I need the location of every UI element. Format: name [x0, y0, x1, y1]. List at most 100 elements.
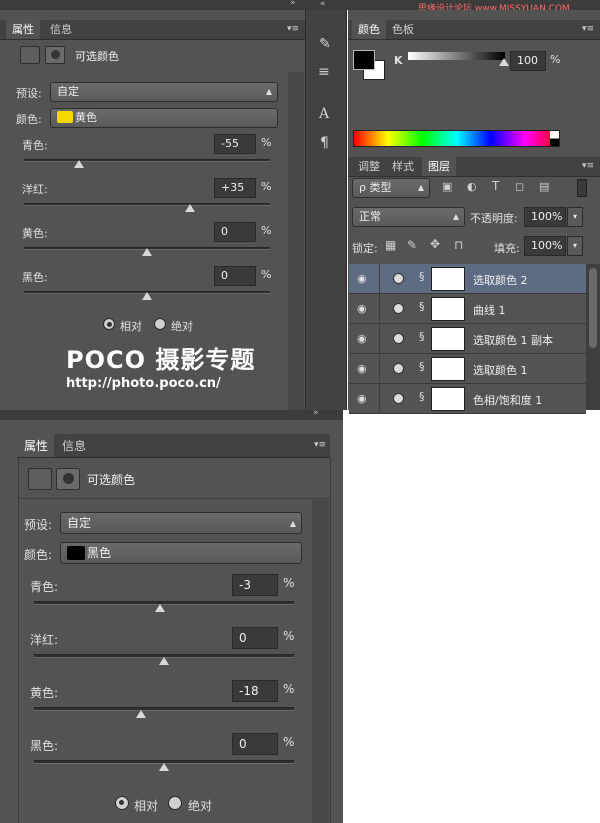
slider-thumb[interactable] — [159, 763, 169, 771]
slider-thumb[interactable] — [142, 292, 152, 300]
lock-transparent-icon[interactable]: ▦ — [385, 238, 396, 252]
slider-value-input[interactable]: +35 — [214, 178, 256, 198]
layer-filter-select[interactable]: ρ 类型 ▲ — [352, 178, 430, 198]
link-chain-icon[interactable]: § — [419, 330, 425, 343]
filter-shape-icon[interactable]: ◻ — [515, 180, 524, 193]
radio-absolute[interactable] — [168, 796, 182, 810]
color-label: 颜色: — [24, 548, 53, 562]
slider-track[interactable] — [24, 203, 270, 206]
k-value-input[interactable]: 100 — [510, 51, 546, 71]
lock-image-icon[interactable]: ✎ — [407, 238, 417, 252]
layer-row[interactable]: ◉ § 色相/饱和度 1 — [349, 384, 586, 414]
slider-value-input[interactable]: 0 — [232, 627, 278, 649]
foreground-color-swatch[interactable] — [353, 50, 375, 70]
filter-adjustment-icon[interactable]: ◐ — [467, 180, 477, 193]
slider-track[interactable] — [34, 707, 294, 711]
preset-select[interactable]: 自定 ▲ — [60, 512, 302, 534]
layer-name[interactable]: 选取颜色 1 副本 — [473, 332, 553, 348]
lock-position-icon[interactable]: ✥ — [430, 237, 440, 251]
slider-thumb[interactable] — [74, 160, 84, 168]
slider-thumb[interactable] — [142, 248, 152, 256]
layer-row[interactable]: ◉ § 曲线 1 — [349, 294, 586, 324]
tab-info[interactable]: 信息 — [44, 20, 78, 39]
color-select[interactable]: 黑色 — [60, 542, 302, 564]
slider-value-input[interactable]: -3 — [232, 574, 278, 596]
collapse-arrows-icon[interactable]: » — [313, 408, 319, 418]
collapse-arrows-icon[interactable]: » — [290, 0, 296, 8]
tab-swatches[interactable]: 色板 — [386, 20, 420, 39]
panel-menu-icon[interactable]: ▾≡ — [287, 24, 299, 34]
visibility-eye-icon[interactable]: ◉ — [357, 332, 367, 345]
layer-mask-thumbnail[interactable] — [431, 267, 465, 291]
fill-input[interactable]: 100% — [524, 236, 566, 256]
properties-scrollbar[interactable] — [288, 72, 304, 410]
color-spectrum-bar[interactable] — [353, 130, 560, 147]
slider-track[interactable] — [24, 159, 270, 162]
properties-scrollbar[interactable] — [312, 500, 329, 823]
layer-name[interactable]: 曲线 1 — [473, 302, 506, 318]
collapse-arrows-icon[interactable]: « — [320, 0, 326, 9]
fill-dropdown[interactable]: ▾ — [567, 236, 583, 256]
layer-name[interactable]: 色相/饱和度 1 — [473, 392, 542, 408]
filter-toggle[interactable] — [577, 179, 587, 197]
mask-icon[interactable] — [56, 468, 80, 490]
layer-row[interactable]: ◉ § 选取颜色 1 副本 — [349, 324, 586, 354]
link-chain-icon[interactable]: § — [419, 390, 425, 403]
blend-mode-select[interactable]: 正常 ▲ — [352, 207, 465, 227]
slider-value-input[interactable]: 0 — [214, 222, 256, 242]
filter-type-icon[interactable]: T — [492, 179, 499, 193]
link-chain-icon[interactable]: § — [419, 270, 425, 283]
layer-row[interactable]: ◉ § 选取颜色 2 — [349, 264, 586, 294]
slider-thumb[interactable] — [155, 604, 165, 612]
k-gradient-slider[interactable] — [408, 52, 505, 60]
slider-thumb[interactable] — [159, 657, 169, 665]
brush-icon[interactable]: ✎ — [319, 36, 331, 52]
sliders-icon[interactable]: ≡ — [318, 64, 330, 80]
link-chain-icon[interactable]: § — [419, 360, 425, 373]
tab-color[interactable]: 颜色 — [352, 20, 386, 39]
tab-properties[interactable]: 属性 — [6, 20, 40, 39]
link-chain-icon[interactable]: § — [419, 300, 425, 313]
panel-menu-icon[interactable]: ▾≡ — [582, 161, 594, 171]
slider-value-input[interactable]: -55 — [214, 134, 256, 154]
preset-select[interactable]: 自定 ▲ — [50, 82, 278, 102]
tab-info[interactable]: 信息 — [56, 434, 92, 457]
layer-row[interactable]: ◉ § 选取颜色 1 — [349, 354, 586, 384]
tab-styles[interactable]: 样式 — [386, 157, 420, 176]
radio-absolute[interactable] — [154, 318, 166, 330]
layer-mask-thumbnail[interactable] — [431, 387, 465, 411]
filter-pixel-icon[interactable]: ▣ — [442, 180, 452, 193]
slider-thumb[interactable] — [185, 204, 195, 212]
panel-menu-icon[interactable]: ▾≡ — [314, 440, 326, 450]
filter-smartobject-icon[interactable]: ▤ — [539, 180, 549, 193]
tab-properties[interactable]: 属性 — [18, 434, 55, 457]
layer-mask-thumbnail[interactable] — [431, 357, 465, 381]
lock-all-icon[interactable]: ⊓ — [454, 238, 463, 252]
visibility-eye-icon[interactable]: ◉ — [357, 272, 367, 285]
layer-name[interactable]: 选取颜色 2 — [473, 272, 528, 288]
character-icon[interactable]: A — [319, 106, 329, 122]
tab-layers[interactable]: 图层 — [422, 157, 456, 176]
visibility-eye-icon[interactable]: ◉ — [357, 392, 367, 405]
layer-name[interactable]: 选取颜色 1 — [473, 362, 528, 378]
slider-value-input[interactable]: 0 — [232, 733, 278, 755]
slider-value-input[interactable]: -18 — [232, 680, 278, 702]
slider-value-input[interactable]: 0 — [214, 266, 256, 286]
opacity-input[interactable]: 100% — [524, 207, 566, 227]
paragraph-icon[interactable]: ¶ — [320, 135, 329, 151]
k-slider-thumb[interactable] — [499, 58, 509, 66]
visibility-eye-icon[interactable]: ◉ — [357, 302, 367, 315]
layer-mask-thumbnail[interactable] — [431, 297, 465, 321]
layers-scroll-thumb[interactable] — [589, 268, 597, 348]
tab-adjustments[interactable]: 调整 — [352, 157, 386, 176]
radio-relative[interactable] — [115, 796, 129, 810]
opacity-dropdown[interactable]: ▾ — [567, 207, 583, 227]
slider-thumb[interactable] — [136, 710, 146, 718]
mask-icon[interactable] — [45, 46, 65, 64]
panel-menu-icon[interactable]: ▾≡ — [582, 24, 594, 34]
spectrum-black-white[interactable] — [550, 131, 559, 146]
visibility-eye-icon[interactable]: ◉ — [357, 362, 367, 375]
radio-relative[interactable] — [103, 318, 115, 330]
color-select[interactable]: 黄色 — [50, 108, 278, 128]
layer-mask-thumbnail[interactable] — [431, 327, 465, 351]
